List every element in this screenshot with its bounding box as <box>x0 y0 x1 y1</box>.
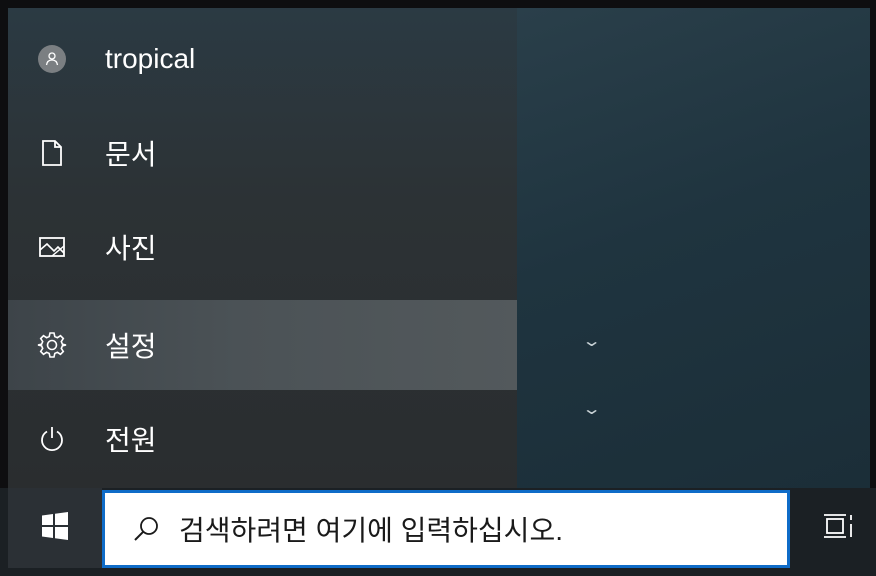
windows-logo-icon <box>40 511 70 545</box>
chevron-down-icon[interactable]: ⌄ <box>582 401 602 417</box>
search-icon <box>131 514 161 544</box>
power-icon <box>36 423 68 455</box>
task-view-button[interactable] <box>808 488 870 568</box>
start-menu-nav-pane: tropical 문서 사진 설정 전원 <box>8 8 517 488</box>
nav-item-label: 사진 <box>105 233 157 264</box>
tiles-area: ⌄ ⌄ <box>517 8 870 488</box>
search-box[interactable]: 검색하려면 여기에 입력하십시오. <box>102 490 790 568</box>
gear-icon <box>36 329 68 361</box>
start-button[interactable] <box>8 488 102 568</box>
nav-item-documents[interactable]: 문서 <box>8 108 517 198</box>
search-input[interactable]: 검색하려면 여기에 입력하십시오. <box>179 509 563 549</box>
desktop-screen: ⌄ ⌄ tropical 문서 사진 설정 전원 검색하려면 여기에 입력하십시… <box>0 0 876 576</box>
nav-item-power[interactable]: 전원 <box>8 394 517 484</box>
nav-item-label: 문서 <box>105 139 157 170</box>
nav-item-label: 설정 <box>105 331 157 362</box>
chevron-down-icon[interactable]: ⌄ <box>582 333 602 349</box>
avatar <box>38 45 66 73</box>
user-name-label: tropical <box>105 43 196 74</box>
nav-item-pictures[interactable]: 사진 <box>8 202 517 292</box>
task-view-icon <box>823 511 855 545</box>
user-avatar-icon <box>36 43 68 75</box>
document-icon <box>36 137 68 169</box>
nav-item-settings[interactable]: 설정 <box>8 300 517 390</box>
taskbar: 검색하려면 여기에 입력하십시오. <box>0 488 876 576</box>
pictures-icon <box>36 231 68 263</box>
nav-item-user[interactable]: tropical <box>8 14 517 104</box>
nav-item-label: 전원 <box>105 425 157 456</box>
